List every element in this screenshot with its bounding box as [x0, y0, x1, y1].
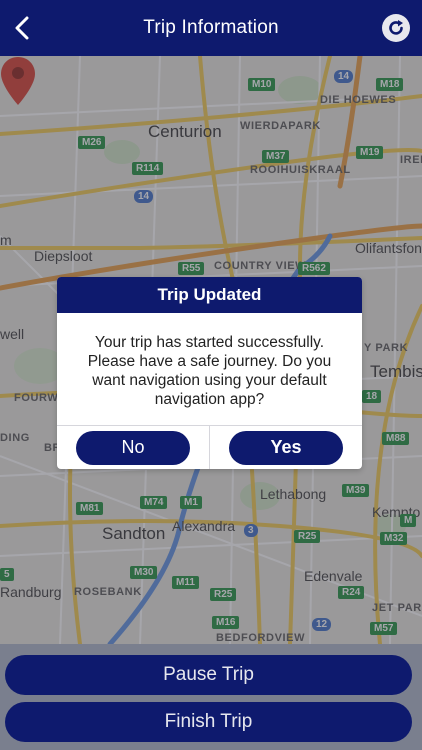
refresh-icon [389, 20, 403, 35]
page-title: Trip Information [143, 17, 279, 38]
trip-information-screen: Trip Information Centurion WIERDAPARK DI… [0, 0, 422, 750]
refresh-button[interactable] [382, 14, 410, 42]
pause-trip-button[interactable]: Pause Trip [5, 655, 412, 695]
yes-cell: Yes [210, 426, 362, 469]
no-button[interactable]: No [76, 430, 190, 465]
back-button[interactable] [6, 10, 38, 46]
finish-trip-button[interactable]: Finish Trip [5, 702, 412, 742]
header-bar: Trip Information [0, 0, 422, 56]
dialog-actions: No Yes [57, 425, 362, 469]
dialog-title: Trip Updated [57, 277, 362, 313]
chevron-left-icon [15, 16, 29, 40]
trip-actions: Pause Trip Finish Trip [0, 644, 422, 750]
yes-button[interactable]: Yes [229, 430, 343, 465]
trip-updated-dialog: Trip Updated Your trip has started succe… [57, 277, 362, 469]
dialog-message: Your trip has started successfully. Plea… [87, 334, 332, 408]
no-cell: No [57, 426, 210, 469]
